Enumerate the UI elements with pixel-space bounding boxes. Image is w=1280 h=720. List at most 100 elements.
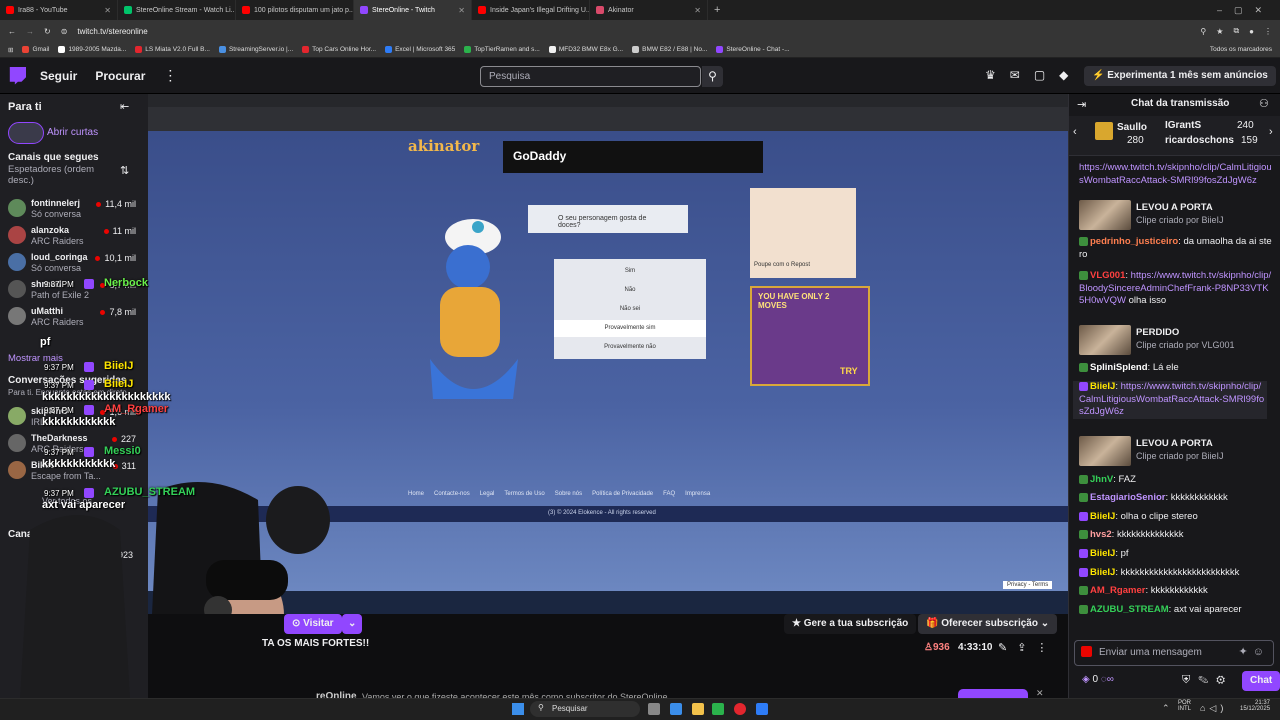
window-controls[interactable]: –▢✕	[1217, 5, 1280, 16]
apps-icon[interactable]: ⊞	[8, 46, 13, 54]
all-bookmarks-folder[interactable]: Todos os marcadores	[1210, 46, 1272, 53]
emote-icons[interactable]: ✦☺	[1239, 645, 1269, 658]
chat-username[interactable]: AM_Rgamer	[1090, 585, 1145, 596]
tray-up-icon[interactable]: ⌃	[1162, 703, 1170, 714]
edge-icon[interactable]	[670, 703, 682, 715]
chat-username[interactable]: SpliniSplend	[1090, 362, 1148, 373]
tab-favicon-icon	[124, 6, 132, 14]
chat-input[interactable]: Enviar uma mensagem ✦☺	[1074, 640, 1274, 666]
shorts-avatars[interactable]	[8, 122, 44, 144]
clock[interactable]: 21:37 15/12/2025	[1240, 700, 1270, 712]
collapse-chat-icon[interactable]: ⇥	[1077, 98, 1086, 111]
chat-username[interactable]: BiieIJ	[1090, 511, 1115, 522]
sidebar-channel[interactable]: uMatthi ARC Raiders 7,8 mil	[0, 304, 148, 330]
url-field[interactable]: twitch.tv/stereonline	[77, 27, 1190, 36]
extensions-icon[interactable]: ⧉	[1233, 26, 1239, 36]
more-menu-icon[interactable]: ⋮	[163, 67, 177, 84]
tab-close-icon[interactable]: ✕	[458, 6, 465, 15]
bookmark-item[interactable]: MFD32 BMW E8x G...	[548, 46, 623, 53]
channel-name: alanzoka	[31, 225, 70, 235]
sidebar-channel[interactable]: alanzoka ARC Raiders 11 mil	[0, 223, 148, 249]
chat-username[interactable]: VLG001	[1090, 270, 1125, 281]
leaderboard-prev-icon[interactable]: ‹	[1073, 126, 1077, 138]
tab-close-icon[interactable]: ✕	[694, 6, 701, 15]
chat-username[interactable]: pedrinho_justiceiro	[1090, 236, 1178, 247]
zoom-icon[interactable]: ⚲	[1200, 27, 1206, 36]
browser-tab[interactable]: Akinator ✕	[590, 0, 708, 20]
bookmark-star-icon[interactable]: ★	[1216, 27, 1223, 36]
nav-icons[interactable]: ♛✉▢◆	[985, 68, 1082, 82]
bookmark-item[interactable]: LS Miata V2.0 Full B...	[135, 46, 210, 53]
nav-follow[interactable]: Seguir	[40, 69, 77, 83]
bookmark-item[interactable]: Excel | Microsoft 365	[385, 46, 455, 53]
menu-icon[interactable]: ⋮	[1264, 27, 1272, 36]
search-icon[interactable]: ⚲	[702, 66, 723, 87]
bookmark-item[interactable]: Top Cars Online Hor...	[302, 46, 376, 53]
turbo-button[interactable]: ⚡ Experimenta 1 mês sem anúncios	[1084, 66, 1276, 86]
task-view-icon[interactable]	[648, 703, 660, 715]
bookmark-item[interactable]: Gmail	[22, 46, 49, 53]
users-icon[interactable]: ⚇	[1259, 97, 1269, 110]
bookmark-favicon-icon	[385, 46, 393, 53]
browser-tab[interactable]: Inside Japan's Illegal Drifting U...✕	[472, 0, 590, 20]
chat-username[interactable]: BiieIJ	[1090, 381, 1115, 392]
open-shorts-link[interactable]: Abrir curtas	[47, 127, 98, 138]
sort-icon[interactable]: ⇅	[120, 164, 129, 177]
bookmark-item[interactable]: StereOnline - Chat -...	[716, 46, 790, 53]
sidebar-channel[interactable]: fontinnelerj Só conversa 11,4 mil	[0, 196, 148, 222]
reload-icon[interactable]: ↻	[44, 27, 51, 36]
search-input[interactable]: Pesquisa	[480, 66, 701, 87]
game-ad[interactable]: YOU HAVE ONLY 2 MOVES TRY	[750, 286, 870, 386]
browser-tab[interactable]: Ira88 - YouTube ✕	[0, 0, 118, 20]
bookmark-item[interactable]: StreamingServer.io |...	[218, 46, 293, 53]
chat-username[interactable]: BiieIJ	[1090, 548, 1115, 559]
back-icon[interactable]: ←	[8, 27, 16, 36]
chat-settings-icons[interactable]: ⛨✎⚙	[1182, 674, 1233, 687]
sidebar-channel[interactable]: loud_coringa Só conversa 10,1 mil	[0, 250, 148, 276]
chat-text[interactable]: https://www.twitch.tv/skipnho/clip/CalmL…	[1079, 162, 1272, 186]
browser-tab[interactable]: StereOnline Stream - Watch Li...✕	[118, 0, 236, 20]
gift-sub-button[interactable]: ★ Gere a tua subscrição	[784, 614, 917, 634]
chat-username[interactable]: AZUBU_STREAM	[1090, 604, 1169, 615]
clip-card[interactable]: LEVOU A PORTA Clipe criado por BiieIJ	[1079, 436, 1264, 466]
tab-title: Inside Japan's Illegal Drifting U...	[490, 6, 590, 14]
twitch-logo-icon[interactable]	[9, 66, 26, 85]
clip-card[interactable]: LEVOU A PORTA Clipe criado por BiieIJ	[1079, 200, 1264, 230]
clip-card[interactable]: PERDIDO Clipe criado por VLG001	[1079, 325, 1264, 355]
app-icon[interactable]	[712, 703, 724, 715]
tray-icons[interactable]: ⌂◁)	[1200, 703, 1227, 714]
chat-username[interactable]: JhnV	[1090, 474, 1113, 485]
browser-tab[interactable]: 100 pilotos disputam um jato p...✕	[236, 0, 354, 20]
repost-ad[interactable]: Poupe com o Repost	[750, 188, 856, 278]
stream-actions[interactable]: ✎⇪⋮	[998, 641, 1057, 654]
bookmark-item[interactable]: BMW E82 / E88 | No...	[632, 46, 707, 53]
profile-icon[interactable]: ●	[1249, 27, 1254, 36]
tab-close-icon[interactable]: ✕	[104, 6, 111, 15]
bookmark-item[interactable]: 1989-2005 Mazda...	[58, 46, 126, 53]
godaddy-ad[interactable]: GoDaddy	[503, 141, 763, 173]
visit-dropdown[interactable]: ⌄	[342, 614, 363, 634]
bookmark-item[interactable]: TopTierRamen and s...	[464, 46, 540, 53]
chat-username[interactable]: BiieIJ	[1090, 567, 1115, 578]
taskbar-search[interactable]: ⚲ Pesquisar	[530, 701, 640, 717]
chat-username[interactable]: hvs2	[1090, 529, 1112, 540]
keyboard-language[interactable]: POR INTL	[1178, 700, 1191, 712]
sub-banner-button[interactable]	[958, 689, 1028, 698]
leaderboard-next-icon[interactable]: ›	[1269, 126, 1273, 138]
akinator-logo: akinator	[408, 137, 480, 155]
visit-button[interactable]: ⊙ Visitar	[284, 614, 342, 634]
chat-username[interactable]: EstagiarioSenior	[1090, 492, 1166, 503]
nav-browse[interactable]: Procurar	[95, 69, 145, 83]
new-tab-button[interactable]: +	[714, 4, 720, 16]
channel-points[interactable]: ◈ 0 ◌∞	[1082, 674, 1114, 685]
site-info-icon[interactable]: ⊜	[61, 27, 68, 36]
chrome-icon[interactable]	[734, 703, 746, 715]
chat-send-button[interactable]: Chat	[1242, 671, 1280, 691]
explorer-icon[interactable]	[692, 703, 704, 715]
calculator-icon[interactable]	[756, 703, 768, 715]
browser-tab[interactable]: StereOnline - Twitch ✕	[354, 0, 472, 20]
forward-icon[interactable]: →	[26, 27, 34, 36]
start-icon[interactable]	[512, 703, 524, 715]
collapse-icon[interactable]: ⇤	[120, 100, 129, 113]
offer-sub-button[interactable]: 🎁 Oferecer subscrição ⌄	[918, 614, 1058, 634]
